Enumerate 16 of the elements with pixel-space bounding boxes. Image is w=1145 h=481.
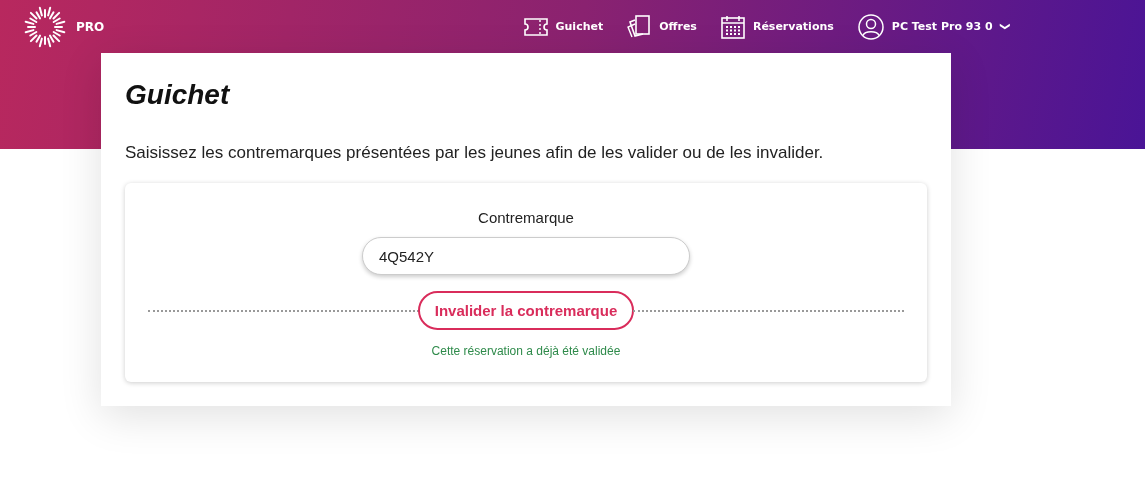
user-menu[interactable]: PC Test Pro 93 0 ❯ xyxy=(857,13,1009,40)
user-icon xyxy=(857,13,884,40)
cards-icon xyxy=(627,14,652,39)
calendar-icon xyxy=(720,14,745,39)
nav-link[interactable]: Guichet xyxy=(523,16,604,37)
nav-link[interactable]: Offres xyxy=(627,14,697,39)
logo-text: PRO xyxy=(76,19,105,34)
field-label: Contremarque xyxy=(478,209,574,226)
caret-icon: ❯ xyxy=(999,22,1011,31)
ticket-icon xyxy=(523,16,548,37)
invalidate-button[interactable]: Invalider la contremarque xyxy=(417,291,635,330)
input-field[interactable]: 4Q542Y xyxy=(362,237,690,275)
page-title: Guichet xyxy=(125,79,232,111)
intro-text: Saisissez les contremarques présentées par les jeunes afin de les valider ou de les invalider. xyxy=(125,143,825,163)
nav-link[interactable]: Réservations xyxy=(720,14,834,39)
status-message: Cette réservation a déjà été validée xyxy=(431,344,621,358)
